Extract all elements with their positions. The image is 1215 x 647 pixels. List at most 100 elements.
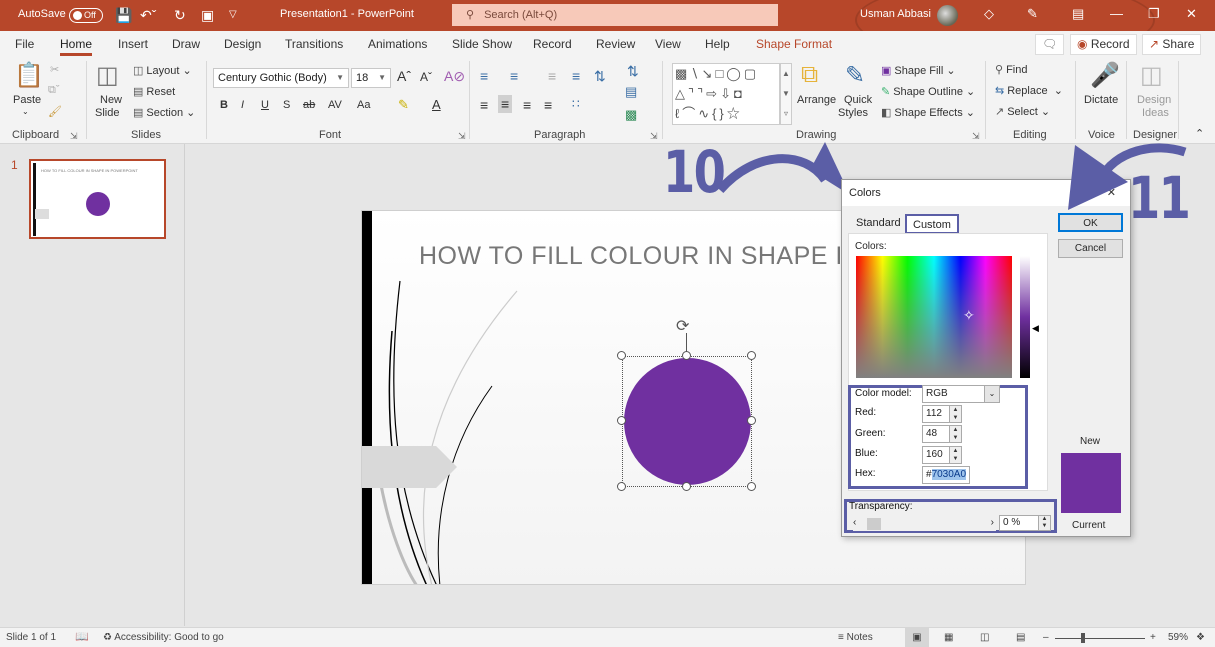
arrange-icon[interactable]: ⧉ <box>801 61 818 89</box>
decrease-indent-icon[interactable]: ≡ <box>548 68 556 84</box>
line-spacing-icon[interactable]: ⇅ <box>594 68 606 85</box>
character-spacing-button[interactable]: AV <box>328 99 342 111</box>
normal-view-icon[interactable]: ▣ <box>905 628 929 647</box>
increase-indent-icon[interactable]: ≡ <box>572 68 580 84</box>
tab-record[interactable]: Record <box>533 37 572 51</box>
blue-input[interactable]: 160 <box>922 446 950 464</box>
paste-dropdown-icon[interactable]: ⌄ <box>22 107 29 116</box>
bold-button[interactable]: B <box>220 99 228 111</box>
luminance-slider[interactable] <box>1020 256 1030 378</box>
customize-toolbar-icon[interactable]: ▽ <box>229 6 237 24</box>
share-button[interactable]: ↗ Share <box>1142 34 1202 55</box>
tab-review[interactable]: Review <box>596 37 635 51</box>
numbering-icon[interactable]: ≡ <box>510 68 518 84</box>
slide-sorter-icon[interactable]: ▦ <box>944 632 953 643</box>
record-button[interactable]: ◉ Record <box>1070 34 1137 55</box>
accessibility-status[interactable]: ♻ Accessibility: Good to go <box>103 632 224 643</box>
align-text-icon[interactable]: ▤ <box>625 84 637 100</box>
increase-font-icon[interactable]: Aˆ <box>397 68 411 84</box>
tab-design[interactable]: Design <box>224 37 261 51</box>
comments-button[interactable]: 🗨 <box>1035 34 1065 55</box>
replace-button[interactable]: ⇆ Replace ⌄ <box>995 84 1063 97</box>
justify-icon[interactable]: ≡ <box>544 97 552 113</box>
color-model-select[interactable]: RGB ⌄ <box>922 385 1000 403</box>
shapes-gallery[interactable]: ▩∖↘□◯▢ △⌝⌝⇨⇩◘ ℓ⌒∿{}☆ <box>672 63 780 125</box>
decrease-font-icon[interactable]: Aˇ <box>420 70 432 84</box>
resize-handle[interactable] <box>747 351 756 360</box>
font-launcher-icon[interactable]: ⇲ <box>458 131 466 142</box>
cut-icon[interactable]: ✂ <box>50 63 59 76</box>
format-painter-icon[interactable]: 🖌 <box>48 105 62 118</box>
font-family-select[interactable]: Century Gothic (Body) ▼ <box>213 68 349 88</box>
luminance-pointer-icon[interactable]: ◀ <box>1032 323 1039 334</box>
microphone-icon[interactable]: 🎤 <box>1090 61 1120 90</box>
resize-handle[interactable] <box>617 416 626 425</box>
design-ideas-button[interactable]: Design <box>1137 94 1171 106</box>
design-ideas-icon[interactable]: ◫ <box>1140 61 1163 90</box>
align-left-icon[interactable]: ≡ <box>480 97 488 113</box>
columns-icon[interactable]: ∷ <box>572 97 580 111</box>
new-slide-icon[interactable]: ◫ <box>96 61 119 90</box>
find-button[interactable]: ⚲ Find <box>995 63 1027 76</box>
resize-handle[interactable] <box>682 482 691 491</box>
present-icon[interactable]: ▣ <box>201 6 214 24</box>
highlight-color-icon[interactable]: ✎ <box>398 97 409 113</box>
slideshow-icon[interactable]: ▤ <box>1016 632 1025 643</box>
pen-icon[interactable]: ✎ <box>1027 6 1038 22</box>
reading-view-icon[interactable]: ◫ <box>980 632 989 643</box>
tab-shape-format[interactable]: Shape Format <box>756 37 832 51</box>
underline-button[interactable]: U <box>261 99 269 111</box>
new-slide-button[interactable]: New <box>100 94 122 106</box>
font-color-icon[interactable]: A <box>432 97 441 112</box>
hex-input[interactable]: #7030A0 <box>922 466 970 484</box>
redo-icon[interactable]: ↻ <box>174 6 186 24</box>
resize-handle[interactable] <box>747 482 756 491</box>
autosave-toggle[interactable]: Off <box>69 8 103 23</box>
dictate-button[interactable]: Dictate <box>1084 94 1118 106</box>
tab-insert[interactable]: Insert <box>118 37 148 51</box>
transparency-slider-thumb[interactable] <box>867 518 881 530</box>
reset-button[interactable]: ▤ Reset <box>133 85 175 98</box>
resize-handle[interactable] <box>682 351 691 360</box>
tab-standard[interactable]: Standard <box>850 214 907 234</box>
search-box[interactable]: ⚲ Search (Alt+Q) <box>452 4 778 26</box>
design-ideas-button-line2[interactable]: Ideas <box>1142 107 1169 119</box>
red-spinner[interactable]: ▲ ▼ <box>949 405 962 423</box>
resize-handle[interactable] <box>617 351 626 360</box>
bullets-icon[interactable]: ≡ <box>480 68 488 84</box>
slider-left-icon[interactable]: ‹ <box>853 517 856 528</box>
restore-icon[interactable]: ❐ <box>1148 6 1160 22</box>
green-input[interactable]: 48 <box>922 425 950 443</box>
zoom-slider-thumb[interactable] <box>1081 633 1085 643</box>
shape-outline-button[interactable]: ✎ Shape Outline ⌄ <box>881 85 975 98</box>
tab-help[interactable]: Help <box>705 37 730 51</box>
clear-formatting-icon[interactable]: A⊘ <box>444 68 465 85</box>
red-input[interactable]: 112 <box>922 405 950 423</box>
quick-styles-button[interactable]: Quick <box>844 94 872 106</box>
tab-slide-show[interactable]: Slide Show <box>452 37 512 51</box>
shape-effects-button[interactable]: ◧ Shape Effects ⌄ <box>881 106 975 119</box>
select-button[interactable]: ↗ Select ⌄ <box>995 105 1050 118</box>
tab-home[interactable]: Home <box>60 37 93 56</box>
slide-title[interactable]: HOW TO FILL COLOUR IN SHAPE IN P <box>419 242 886 271</box>
layout-button[interactable]: ◫ Layout ⌄ <box>133 64 192 77</box>
resize-handle[interactable] <box>617 482 626 491</box>
tab-custom[interactable]: Custom <box>905 214 959 234</box>
tab-animations[interactable]: Animations <box>368 37 427 51</box>
new-slide-button-line2[interactable]: Slide <box>95 107 119 119</box>
zoom-out-icon[interactable]: – <box>1043 632 1049 643</box>
collapse-ribbon-icon[interactable]: ⌃ <box>1195 127 1204 140</box>
cancel-button[interactable]: Cancel <box>1058 239 1123 258</box>
tab-transitions[interactable]: Transitions <box>285 37 343 51</box>
paste-button[interactable]: Paste <box>13 94 41 106</box>
spelling-icon[interactable]: 📖 <box>75 630 89 643</box>
zoom-level[interactable]: 59% <box>1168 632 1188 643</box>
align-right-icon[interactable]: ≡ <box>523 97 531 113</box>
italic-button[interactable]: I <box>241 99 244 111</box>
align-center-icon[interactable]: ≡ <box>498 95 513 113</box>
tab-file[interactable]: File <box>15 37 34 51</box>
green-spinner[interactable]: ▲ ▼ <box>949 425 962 443</box>
rotate-handle-icon[interactable]: ⟳ <box>676 316 689 336</box>
strikethrough-button[interactable]: ab <box>303 99 315 111</box>
resize-handle[interactable] <box>747 416 756 425</box>
